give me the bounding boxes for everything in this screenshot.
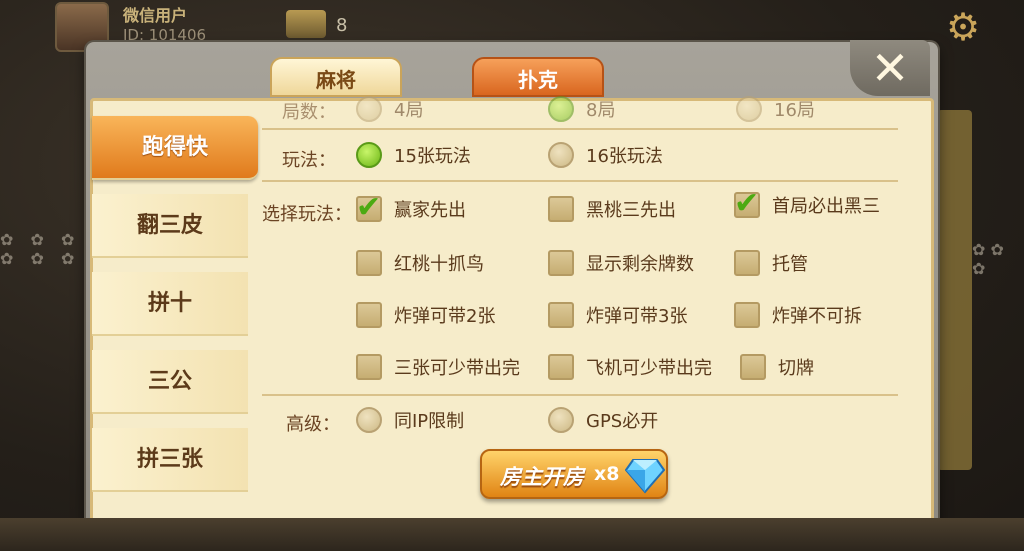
checkbox[interactable] [548, 250, 574, 276]
create-room-button[interactable]: 房主开房 x8 [480, 449, 668, 499]
cost-count: x8 [594, 463, 620, 485]
rule-option[interactable]: 炸弹可带3张 [548, 302, 687, 328]
option-label: 红桃十抓鸟 [394, 254, 484, 275]
rounds-option-16[interactable]: 16局 [736, 96, 815, 122]
option-label: 托管 [772, 254, 808, 275]
option-label: 显示剩余牌数 [586, 254, 694, 275]
option-label: 15张玩法 [394, 146, 471, 167]
gear-icon: ⚙ [945, 5, 981, 49]
checkbox[interactable] [548, 196, 574, 222]
bottom-bar [0, 518, 1024, 551]
option-label: 首局必出黑三 [772, 196, 880, 217]
option-label: 4局 [394, 100, 424, 121]
game-list: 跑得快 翻三皮 拼十 三公 拼三张 [92, 104, 260, 518]
close-icon[interactable]: ✕ [850, 40, 930, 96]
game-item-fansanpi[interactable]: 翻三皮 [92, 194, 248, 258]
game-item-pinshi[interactable]: 拼十 [92, 272, 248, 336]
play-mode-option-16[interactable]: 16张玩法 [548, 142, 663, 168]
rule-option[interactable]: 红桃十抓鸟 [356, 250, 484, 276]
rule-option[interactable]: 黑桃三先出 [548, 196, 676, 222]
option-label: 三张可少带出完 [394, 358, 520, 379]
advanced-option-gps[interactable]: GPS必开 [548, 407, 658, 433]
option-label: 8局 [586, 100, 616, 121]
advanced-option-same-ip[interactable]: 同IP限制 [356, 407, 464, 433]
checkbox[interactable] [356, 354, 382, 380]
divider [262, 128, 898, 130]
tab-poker[interactable]: 扑克 [472, 57, 604, 97]
rule-option[interactable]: 炸弹可带2张 [356, 302, 495, 328]
radio-button[interactable] [736, 96, 762, 122]
checkbox[interactable] [740, 354, 766, 380]
option-label: 炸弹不可拆 [772, 306, 862, 327]
checkbox[interactable] [548, 302, 574, 328]
option-label: 炸弹可带2张 [394, 306, 496, 327]
divider [262, 180, 898, 182]
checkbox[interactable] [356, 190, 382, 225]
checkbox[interactable] [734, 250, 760, 276]
rules-label: 选择玩法： [262, 204, 352, 225]
option-label: 炸弹可带3张 [586, 306, 688, 327]
create-room-label: 房主开房 [500, 465, 584, 489]
rule-option[interactable]: 切牌 [740, 354, 814, 380]
radio-button[interactable] [356, 142, 382, 168]
rule-option[interactable]: 首局必出黑三 [734, 186, 880, 221]
rounds-option-4[interactable]: 4局 [356, 96, 423, 122]
rule-option[interactable]: 飞机可少带出完 [548, 354, 712, 380]
diamond-icon [625, 459, 665, 494]
option-label: 赢家先出 [394, 200, 466, 221]
advanced-label: 高级： [286, 414, 340, 435]
option-label: 飞机可少带出完 [586, 358, 712, 379]
checkbox[interactable] [734, 302, 760, 328]
side-decoration [937, 110, 972, 470]
game-item-paodekuai[interactable]: 跑得快 [92, 116, 258, 180]
checkbox[interactable] [734, 186, 760, 221]
rule-option[interactable]: 三张可少带出完 [356, 354, 520, 380]
checkbox[interactable] [356, 250, 382, 276]
player-name: 微信用户 [123, 6, 188, 25]
gold-count: 8 [336, 15, 348, 36]
option-label: 切牌 [778, 358, 814, 379]
rounds-label: 局数： [282, 102, 336, 123]
play-mode-option-15[interactable]: 15张玩法 [356, 142, 471, 168]
player-info: 微信用户 ID: 101406 [55, 0, 265, 52]
option-label: GPS必开 [586, 411, 659, 432]
option-label: 黑桃三先出 [586, 200, 676, 221]
flower-decoration-left: ✿ ✿ ✿ ✿ ✿ ✿ [0, 230, 81, 268]
rule-option[interactable]: 炸弹不可拆 [734, 302, 862, 328]
divider [262, 394, 898, 396]
option-label: 同IP限制 [394, 411, 465, 432]
rounds-option-8[interactable]: 8局 [548, 96, 615, 122]
game-item-pinsanzhang[interactable]: 拼三张 [92, 428, 248, 492]
rule-option[interactable]: 显示剩余牌数 [548, 250, 694, 276]
checkbox[interactable] [356, 302, 382, 328]
radio-button[interactable] [356, 407, 382, 433]
checkbox[interactable] [548, 354, 574, 380]
rule-option[interactable]: 托管 [734, 250, 808, 276]
tab-mahjong[interactable]: 麻将 [270, 57, 402, 97]
rule-option[interactable]: 赢家先出 [356, 190, 466, 225]
radio-button[interactable] [548, 142, 574, 168]
game-item-sangong[interactable]: 三公 [92, 350, 248, 414]
gold-icon [286, 10, 326, 38]
option-label: 16局 [774, 100, 815, 121]
play-mode-label: 玩法： [282, 150, 336, 171]
flower-decoration-right: ✿ ✿ ✿ [972, 240, 1004, 278]
radio-button[interactable] [548, 96, 574, 122]
option-label: 16张玩法 [586, 146, 663, 167]
radio-button[interactable] [548, 407, 574, 433]
radio-button[interactable] [356, 96, 382, 122]
